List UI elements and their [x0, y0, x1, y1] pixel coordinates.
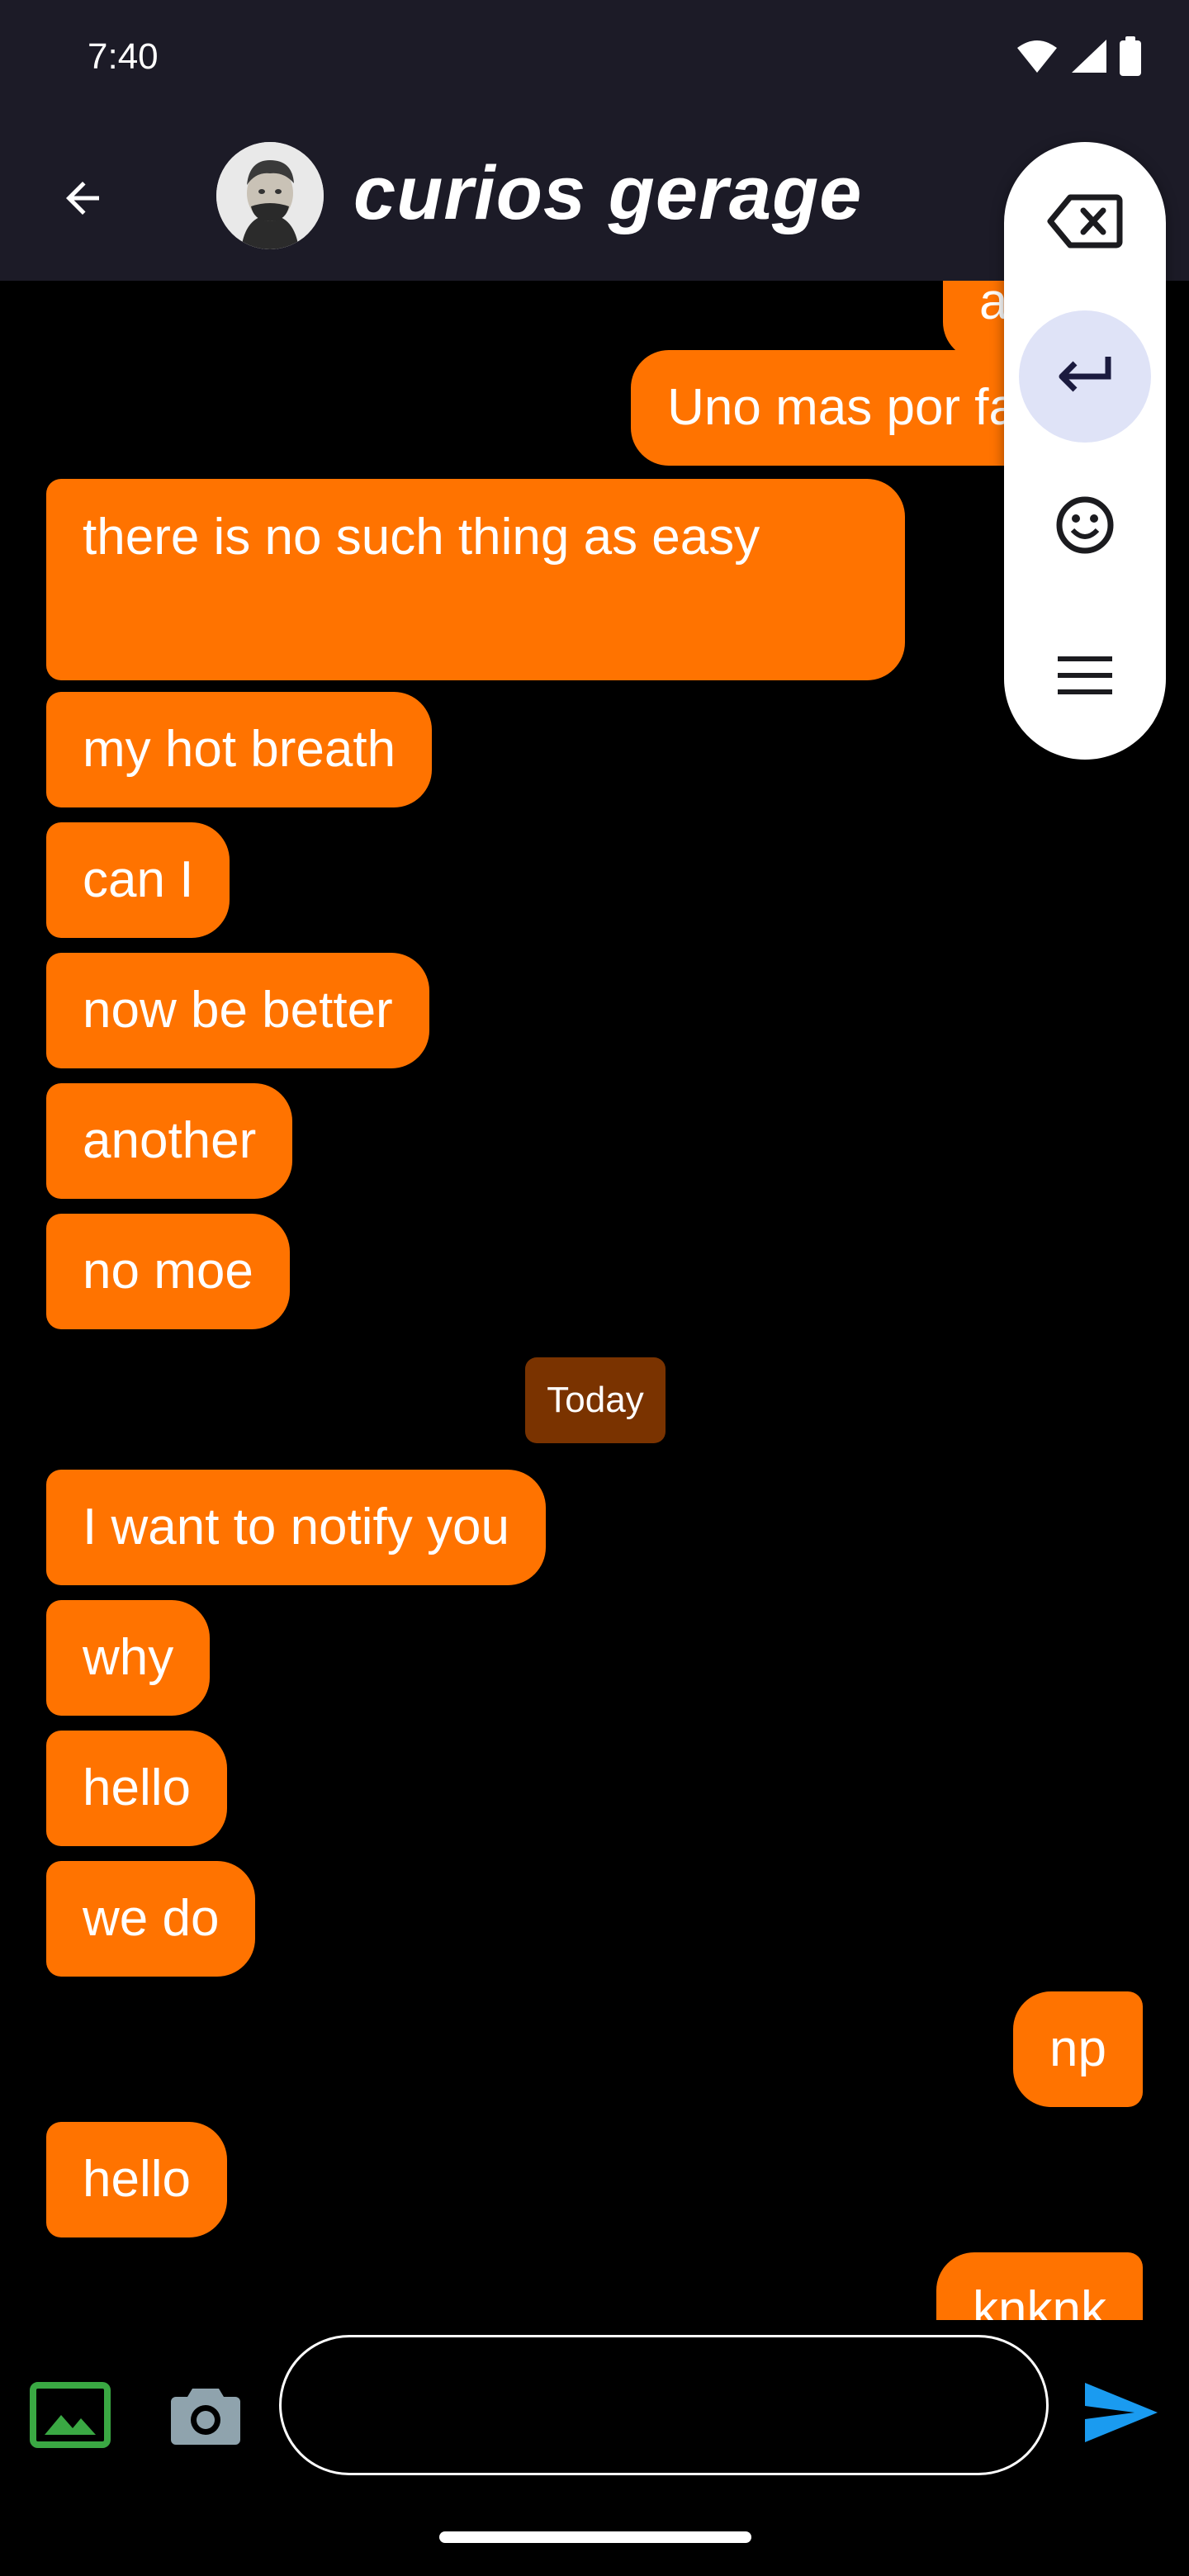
message-bubble[interactable]: can I — [46, 822, 230, 938]
message-bubble[interactable]: we do — [46, 1861, 256, 1977]
status-icons — [1016, 36, 1141, 76]
avatar-portrait — [216, 142, 324, 249]
backspace-icon — [1047, 194, 1123, 249]
menu-button[interactable] — [1019, 609, 1151, 741]
emoji-icon — [1056, 496, 1114, 554]
enter-icon — [1059, 357, 1111, 392]
back-button[interactable] — [41, 157, 124, 239]
camera-button[interactable] — [160, 2370, 251, 2460]
gallery-button[interactable] — [25, 2370, 116, 2460]
emoji-button[interactable] — [1019, 459, 1151, 591]
contact-avatar[interactable] — [216, 142, 324, 249]
wifi-icon — [1017, 40, 1057, 73]
gallery-icon — [30, 2382, 111, 2448]
signal-icon — [1072, 40, 1106, 73]
message-bubble[interactable]: hello — [46, 1731, 227, 1846]
chat-title: curios gerage — [353, 151, 863, 235]
status-bar: 7:40 — [0, 0, 1189, 116]
menu-icon — [1058, 656, 1112, 694]
message-input-bar — [0, 2320, 1189, 2576]
message-bubble[interactable]: np — [1013, 1991, 1143, 2107]
message-bubble[interactable]: another — [46, 1083, 293, 1199]
status-time: 7:40 — [88, 36, 159, 77]
send-icon — [1085, 2383, 1158, 2442]
message-bubble[interactable]: my hot breath — [46, 692, 433, 807]
floating-keyboard-toolbar — [1004, 142, 1166, 760]
message-bubble[interactable]: knknk — [936, 2252, 1143, 2320]
send-button[interactable] — [1070, 2361, 1172, 2464]
message-bubble[interactable]: hello — [46, 2122, 227, 2237]
camera-icon — [171, 2389, 240, 2445]
message-bubble[interactable]: there is no such thing as easy — [46, 479, 905, 680]
message-bubble[interactable]: Uno mas por fa — [631, 350, 1054, 466]
message-bubble[interactable]: now be better — [46, 953, 429, 1068]
enter-button[interactable] — [1019, 310, 1151, 443]
message-input[interactable] — [279, 2335, 1049, 2475]
battery-icon — [1120, 36, 1141, 76]
message-bubble[interactable]: I want to notify you — [46, 1470, 546, 1585]
message-bubble[interactable]: why — [46, 1600, 211, 1716]
home-indicator[interactable] — [439, 2531, 751, 2543]
arrow-left-icon — [66, 182, 99, 215]
date-separator: Today — [525, 1357, 666, 1443]
backspace-button[interactable] — [1019, 155, 1151, 287]
message-bubble[interactable]: no moe — [46, 1214, 290, 1329]
